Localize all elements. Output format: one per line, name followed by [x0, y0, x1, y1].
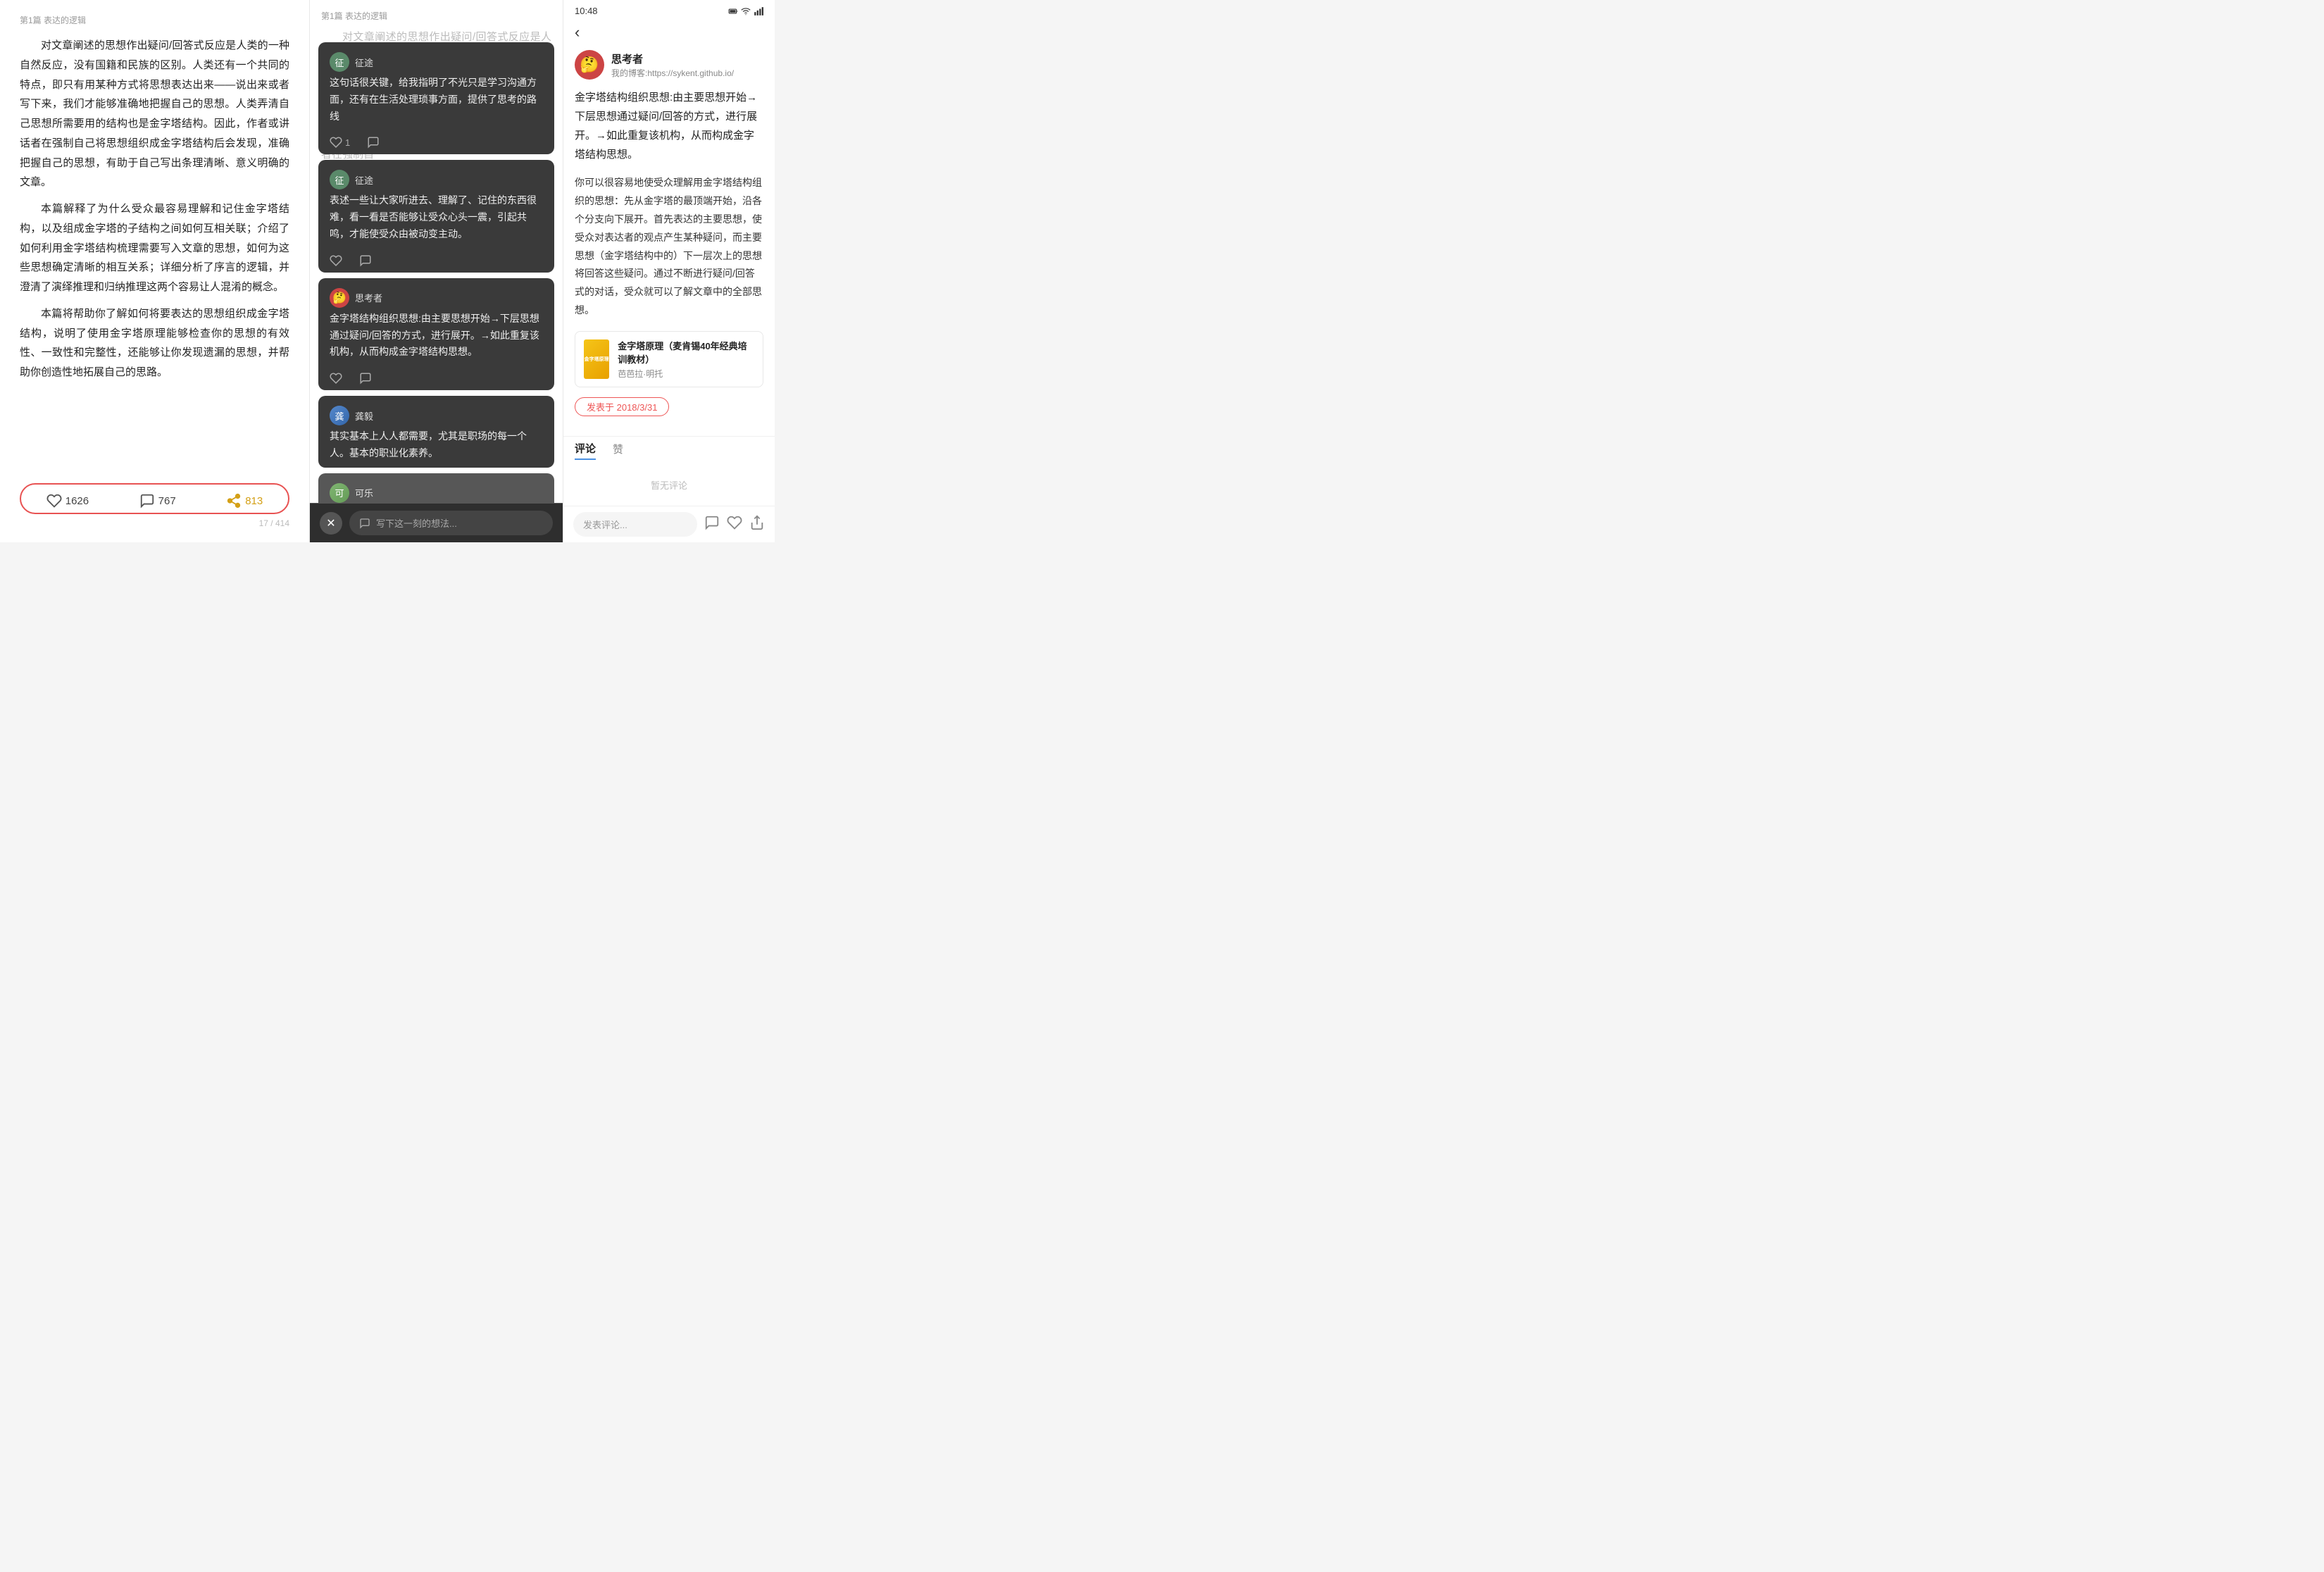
- comment-send-icon[interactable]: [704, 515, 720, 534]
- status-icons: [728, 6, 763, 16]
- comment-card-extra: 龚 龚毅 其实基本上人人都需要，尤其是职场的每一个人。基本的职业化素养。: [318, 396, 554, 468]
- comment-input-bar[interactable]: 写下这一刻的想法...: [349, 511, 553, 535]
- comment-like-1[interactable]: 1: [330, 136, 350, 149]
- publish-date: 发表于 2018/3/31: [575, 397, 669, 416]
- avatar-text: 征: [335, 56, 344, 69]
- comment-username-last: 可乐: [355, 486, 373, 499]
- comment-like-2[interactable]: [330, 254, 342, 267]
- tab-comment[interactable]: 评论: [575, 441, 596, 460]
- comment-username-2: 征途: [355, 173, 373, 187]
- status-bar: 10:48: [563, 0, 775, 19]
- comment-input-area: 发表评论...: [563, 506, 775, 542]
- paragraph-1: 对文章阐述的思想作出疑问/回答式反应是人类的一种自然反应，没有国籍和民族的区别。…: [20, 36, 289, 192]
- comment-bottom-bar: ✕ 写下这一刻的想法...: [310, 503, 563, 542]
- avatar-text-2: 征: [335, 173, 344, 187]
- book-card[interactable]: 金字塔原理 金字塔原理（麦肯锡40年经典培训教材） 芭芭拉·明托: [575, 331, 763, 387]
- comments-list: 征 征途 这句话很关键，给我指明了不光只是学习沟通方面，还有在生活处理琐事方面，…: [310, 42, 563, 542]
- comment-input-placeholder: 写下这一刻的想法...: [376, 516, 457, 530]
- avatar-text-last: 可: [335, 486, 344, 499]
- battery-icon: [728, 6, 738, 16]
- article-title: 金字塔结构组织思想:由主要思想开始→下层思想通过疑问/回答的方式，进行展开。→如…: [575, 88, 763, 164]
- comment-text-3: 金字塔结构组织思想:由主要思想开始→下层思想通过疑问/回答的方式，进行展开。→如…: [330, 311, 543, 361]
- comments-panel: 第1篇 表达的逻辑 对文章阐述的思想作出疑问/回答式反应是人类的一种自然反应，没…: [310, 0, 563, 542]
- article-main: 金字塔结构组织思想:由主要思想开始→下层思想通过疑问/回答的方式，进行展开。→如…: [563, 88, 775, 436]
- comment-like-3[interactable]: [330, 372, 342, 385]
- paragraph-2: 本篇解释了为什么受众最容易理解和记住金字塔结构，以及组成金字塔的子结构之间如何互…: [20, 199, 289, 297]
- author-bio: 我的博客:https://sykent.github.io/: [611, 67, 734, 79]
- book-cover-text: 金字塔原理: [585, 356, 609, 363]
- comment-user-1: 征 征途: [330, 52, 543, 72]
- close-button[interactable]: ✕: [320, 512, 342, 535]
- comment-user-2: 征 征途: [330, 170, 543, 189]
- like-count-1: 1: [345, 137, 350, 148]
- comment-card-3: 🤔 思考者 金字塔结构组织思想:由主要思想开始→下层思想通过疑问/回答的方式，进…: [318, 278, 554, 390]
- comment-actions-3: [330, 368, 543, 385]
- comment-reply-1[interactable]: [367, 136, 380, 149]
- no-comment-placeholder: 暂无评论: [563, 464, 775, 506]
- book-reader-panel: 第1篇 表达的逻辑 对文章阐述的思想作出疑问/回答式反应是人类的一种自然反应，没…: [0, 0, 310, 542]
- comment-avatar-3: 🤔: [330, 288, 349, 308]
- comment-avatar-1: 征: [330, 52, 349, 72]
- share-button[interactable]: 813: [226, 493, 263, 509]
- article-content-panel1: 对文章阐述的思想作出疑问/回答式反应是人类的一种自然反应，没有国籍和民族的区别。…: [20, 36, 289, 473]
- like-button[interactable]: 1626: [46, 493, 89, 509]
- page-indicator: 17 / 414: [20, 518, 289, 528]
- author-info: 思考者 我的博客:https://sykent.github.io/: [611, 51, 734, 79]
- share-icon[interactable]: [749, 515, 765, 534]
- comment-username-3: 思考者: [355, 291, 382, 304]
- comment-reply-3[interactable]: [359, 372, 372, 385]
- wifi-icon: [741, 6, 751, 16]
- avatar-text-extra: 龚: [335, 409, 344, 423]
- tab-like[interactable]: 赞: [613, 442, 623, 459]
- comment-avatar-2: 征: [330, 170, 349, 189]
- book-author: 芭芭拉·明托: [618, 368, 754, 380]
- action-bar: 1626 767 813: [20, 483, 289, 514]
- comment-user-extra: 龚 龚毅: [330, 406, 543, 425]
- comment-user-last: 可 可乐: [330, 483, 543, 503]
- book-cover: 金字塔原理: [584, 339, 609, 379]
- comment-avatar-last: 可: [330, 483, 349, 503]
- status-time: 10:48: [575, 6, 598, 16]
- tabs: 评论 赞: [563, 436, 775, 464]
- comment-actions-1: 1: [330, 132, 543, 149]
- author-section: 🤔 思考者 我的博客:https://sykent.github.io/: [563, 47, 775, 88]
- book-title: 金字塔原理（麦肯锡40年经典培训教材）: [618, 339, 754, 366]
- signal-icon: [754, 6, 763, 16]
- book-info: 金字塔原理（麦肯锡40年经典培训教材） 芭芭拉·明托: [618, 339, 754, 380]
- article-body: 你可以很容易地使受众理解用金字塔结构组织的思想：先从金字塔的最顶端开始，沿各个分…: [575, 174, 763, 320]
- breadcrumb-panel2: 第1篇 表达的逻辑: [310, 0, 563, 27]
- comment-username-1: 征途: [355, 56, 373, 69]
- comment-card-1: 征 征途 这句话很关键，给我指明了不光只是学习沟通方面，还有在生活处理琐事方面，…: [318, 42, 554, 154]
- comment-username-extra: 龚毅: [355, 409, 373, 423]
- comment-count: 767: [158, 495, 176, 507]
- like-icon[interactable]: [727, 515, 742, 534]
- comment-input[interactable]: 发表评论...: [573, 512, 697, 537]
- comment-text-2: 表述一些让大家听进去、理解了、记住的东西很难，看一看是否能够让受众心头一震，引起…: [330, 192, 543, 242]
- share-count: 813: [245, 495, 263, 507]
- comment-card-2: 征 征途 表述一些让大家听进去、理解了、记住的东西很难，看一看是否能够让受众心头…: [318, 160, 554, 272]
- comment-text-1: 这句话很关键，给我指明了不光只是学习沟通方面，还有在生活处理琐事方面，提供了思考…: [330, 75, 543, 125]
- article-detail-panel: 10:48 ‹ 🤔 思考者: [563, 0, 775, 542]
- comment-reply-2[interactable]: [359, 254, 372, 267]
- like-count: 1626: [65, 495, 89, 507]
- comment-avatar-extra: 龚: [330, 406, 349, 425]
- nav-bar: ‹: [563, 19, 775, 47]
- comment-button[interactable]: 767: [139, 493, 176, 509]
- comment-actions-2: [330, 250, 543, 267]
- paragraph-3: 本篇将帮助你了解如何将要表达的思想组织成金字塔结构，说明了使用金字塔原理能够检查…: [20, 304, 289, 382]
- back-button[interactable]: ‹: [575, 23, 580, 41]
- breadcrumb-panel1: 第1篇 表达的逻辑: [20, 14, 289, 26]
- author-name: 思考者: [611, 51, 734, 66]
- author-avatar: 🤔: [575, 50, 604, 80]
- comment-text-extra: 其实基本上人人都需要，尤其是职场的每一个人。基本的职业化素养。: [330, 428, 543, 462]
- comment-user-3: 🤔 思考者: [330, 288, 543, 308]
